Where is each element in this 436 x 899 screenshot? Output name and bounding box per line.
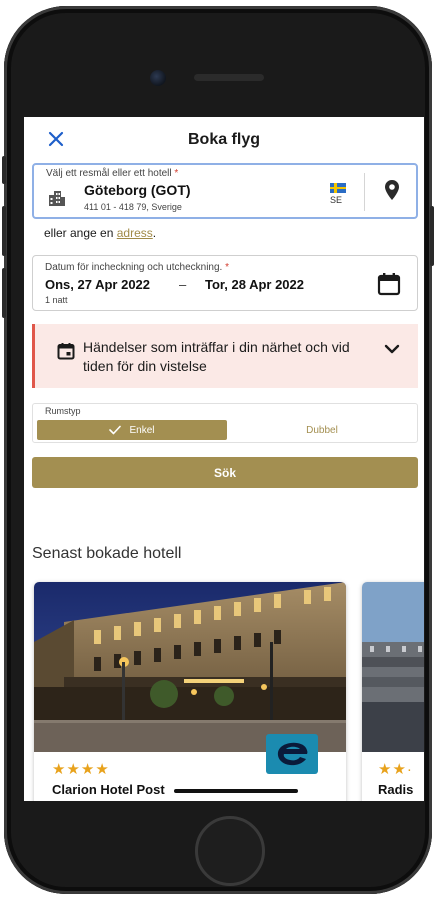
required-mark: *	[225, 262, 230, 273]
hotel-photo	[34, 582, 346, 752]
room-option-double-label: Dubbel	[306, 424, 338, 436]
building-icon	[49, 191, 65, 206]
header: Boka flyg	[24, 117, 424, 163]
room-type-label: Rumstyp	[45, 406, 81, 416]
destination-value: Göteborg (GOT)	[84, 182, 191, 198]
home-indicator	[174, 789, 298, 793]
app-screen: Boka flyg Välj ett resmål eller ett hote…	[24, 117, 424, 801]
destination-field[interactable]: Välj ett resmål eller ett hotell * Göteb…	[32, 163, 418, 219]
location-pin-icon[interactable]	[384, 179, 400, 201]
hotel-name: Clarion Hotel Post	[52, 782, 165, 797]
room-option-double[interactable]: Dubbel	[229, 420, 415, 440]
room-type-selector: Rumstyp Enkel Dubbel	[32, 403, 418, 443]
star-rating: ★★★★	[52, 761, 110, 778]
search-button[interactable]: Sök	[32, 457, 418, 488]
hotel-card[interactable]: ★★· Radis	[362, 582, 424, 801]
page-title: Boka flyg	[187, 131, 260, 148]
destination-subtext: 411 01 - 418 79, Sverige	[84, 202, 182, 212]
hotel-card[interactable]: ★★★★ Clarion Hotel Post	[34, 582, 346, 801]
events-banner[interactable]: Händelser som inträffar i din närhet och…	[32, 324, 418, 388]
room-option-single-label: Enkel	[129, 424, 155, 436]
date-field[interactable]: Datum för incheckning och utcheckning. *…	[32, 255, 418, 311]
mute-switch	[2, 156, 6, 184]
home-button[interactable]	[195, 816, 265, 886]
address-link[interactable]: adress	[117, 226, 153, 240]
date-separator: –	[179, 277, 187, 292]
calendar-icon[interactable]	[377, 272, 401, 296]
date-label: Datum för incheckning och utcheckning. *	[45, 262, 230, 273]
room-option-single[interactable]: Enkel	[37, 420, 227, 440]
destination-label: Välj ett resmål eller ett hotell *	[46, 168, 179, 179]
volume-up-button	[2, 206, 6, 256]
nights-count: 1 natt	[45, 295, 68, 305]
recent-hotels-title: Senast bokade hotell	[32, 545, 182, 562]
country-code: SE	[330, 195, 343, 205]
divider	[364, 173, 365, 211]
star-rating: ★★·	[378, 761, 413, 778]
check-icon	[109, 425, 122, 435]
hotel-photo	[362, 582, 424, 752]
chevron-down-icon[interactable]	[383, 342, 401, 356]
address-alternative: eller ange en adress.	[44, 226, 157, 240]
front-camera	[150, 70, 166, 86]
earpiece-speaker	[194, 74, 264, 81]
checkin-date: Ons, 27 Apr 2022	[45, 277, 151, 292]
checkout-date: Tor, 28 Apr 2022	[205, 277, 304, 292]
hotel-name: Radis	[378, 782, 414, 797]
volume-down-button	[2, 268, 6, 318]
event-calendar-icon	[57, 343, 75, 360]
hotel-brand-logo	[266, 734, 318, 774]
required-mark: *	[174, 168, 179, 179]
sweden-flag-icon	[330, 183, 346, 193]
events-text: Händelser som inträffar i din närhet och…	[83, 339, 350, 374]
power-button	[430, 206, 434, 266]
